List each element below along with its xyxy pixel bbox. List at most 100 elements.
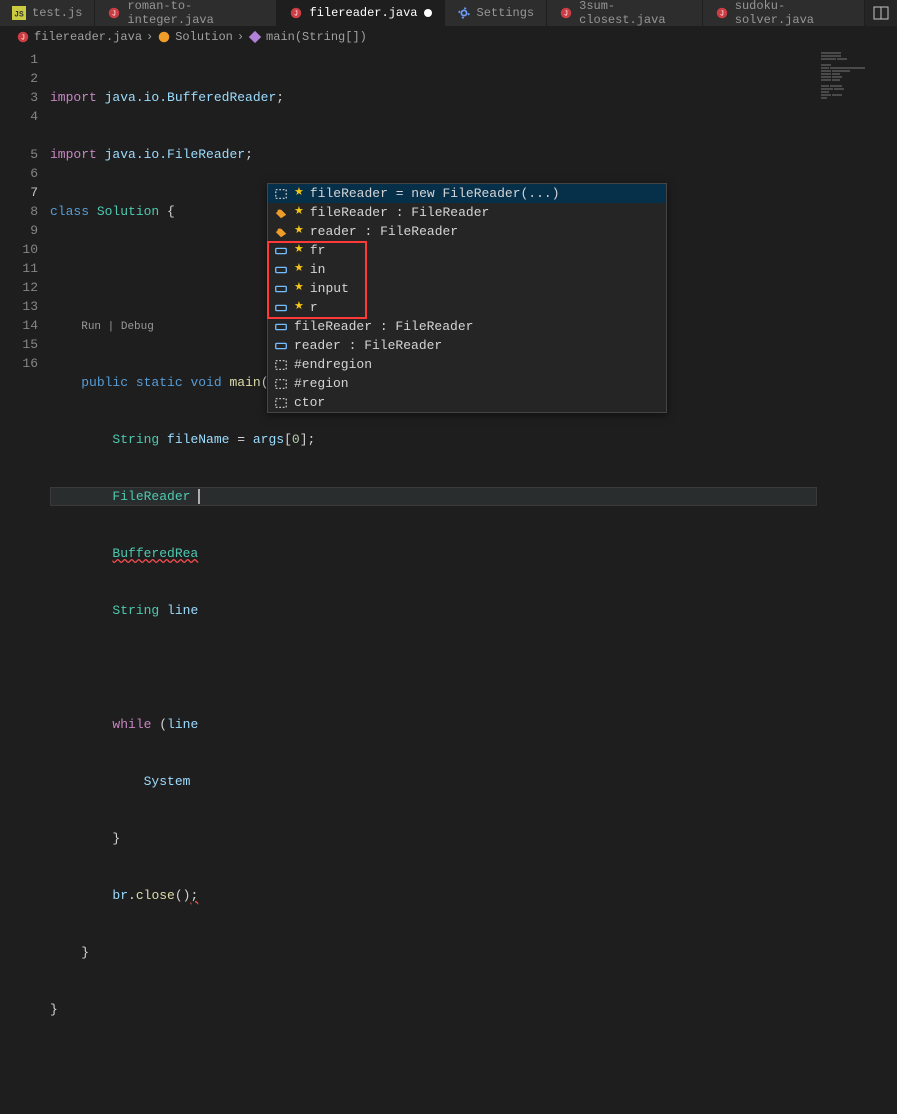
autocomplete-label: r — [310, 298, 318, 317]
svg-text:J: J — [21, 35, 25, 43]
autocomplete-label: fileReader = new FileReader(...) — [310, 184, 560, 203]
var-icon — [274, 263, 288, 277]
line-number[interactable]: 3 — [0, 88, 38, 107]
autocomplete-label: reader : FileReader — [310, 222, 458, 241]
line-number[interactable]: 15 — [0, 335, 38, 354]
line-number[interactable]: 12 — [0, 278, 38, 297]
codelens-debug[interactable]: Debug — [121, 321, 154, 333]
line-number[interactable]: 5 — [0, 145, 38, 164]
line-number[interactable]: 11 — [0, 259, 38, 278]
svg-text:J: J — [564, 11, 568, 19]
method-icon — [248, 30, 262, 44]
autocomplete-label: input — [310, 279, 349, 298]
star-icon: ★ — [294, 279, 304, 298]
snippet-icon — [274, 187, 288, 201]
line-number[interactable]: 14 — [0, 316, 38, 335]
java-icon: J — [16, 30, 30, 44]
java-icon: J — [107, 6, 121, 20]
autocomplete-item[interactable]: ★r — [268, 298, 666, 317]
member-icon — [274, 225, 288, 239]
dirty-indicator-icon — [424, 9, 432, 17]
tab-bar: JStest.jsJroman-to-integer.javaJfileread… — [0, 0, 897, 26]
tab-test-js[interactable]: JS test.js — [0, 0, 95, 26]
star-icon: ★ — [294, 184, 304, 203]
autocomplete-item[interactable]: ★ fileReader : FileReader — [268, 203, 666, 222]
java-icon: J — [289, 6, 303, 20]
line-gutter[interactable]: 12345678910111213141516 — [0, 48, 50, 573]
line-number[interactable]: 10 — [0, 240, 38, 259]
svg-text:J: J — [720, 11, 724, 19]
autocomplete-label: fr — [310, 241, 326, 260]
star-icon: ★ — [294, 222, 304, 241]
autocomplete-label: fileReader : FileReader — [310, 203, 489, 222]
star-icon: ★ — [294, 298, 304, 317]
js-icon: JS — [12, 6, 26, 20]
line-number[interactable]: 1 — [0, 50, 38, 69]
star-icon: ★ — [294, 260, 304, 279]
active-line[interactable]: FileReader — [50, 487, 817, 506]
tab-sudoku-solver-java[interactable]: Jsudoku-solver.java — [703, 0, 865, 26]
tab-label: test.js — [32, 6, 82, 20]
autocomplete-item[interactable]: ★ fr — [268, 241, 666, 260]
autocomplete-item[interactable]: ★ input — [268, 279, 666, 298]
line-number[interactable]: 9 — [0, 221, 38, 240]
line-number[interactable]: 4 — [0, 107, 38, 126]
svg-text:J: J — [294, 11, 298, 19]
autocomplete-item[interactable]: #endregion — [268, 355, 666, 374]
tab-label: Settings — [477, 6, 535, 20]
svg-text:JS: JS — [14, 11, 24, 20]
chevron-right-icon: › — [146, 30, 153, 44]
var-icon — [274, 339, 288, 353]
line-number[interactable]: 2 — [0, 69, 38, 88]
autocomplete-label: reader : FileReader — [294, 336, 442, 355]
autocomplete-popup[interactable]: ★fileReader = new FileReader(...)★fileRe… — [267, 183, 667, 413]
split-editor-icon[interactable] — [873, 5, 889, 21]
line-number[interactable]: 16 — [0, 354, 38, 373]
autocomplete-item[interactable]: ctor — [268, 393, 666, 412]
autocomplete-item[interactable]: reader : FileReader — [268, 336, 666, 355]
tab-settings[interactable]: Settings — [445, 0, 548, 26]
tab-label: roman-to-integer.java — [127, 0, 264, 27]
snippet-icon — [274, 396, 288, 410]
minimap[interactable] — [817, 48, 897, 573]
breadcrumb-class[interactable]: Solution — [175, 30, 233, 44]
codelens-run[interactable]: Run — [81, 321, 101, 333]
tab-3sum-closest-java[interactable]: J 3sum-closest.java — [547, 0, 703, 26]
autocomplete-label: in — [310, 260, 326, 279]
java-icon: J — [715, 6, 729, 20]
breadcrumb[interactable]: J filereader.java › Solution › main(Stri… — [0, 26, 897, 48]
cursor — [198, 489, 200, 504]
snippet-icon — [274, 377, 288, 391]
tab-label: sudoku-solver.java — [735, 0, 852, 27]
editor-area: 12345678910111213141516 import java.io.B… — [0, 48, 897, 573]
var-icon — [274, 244, 288, 258]
star-icon: ★ — [294, 241, 304, 260]
breadcrumb-file[interactable]: filereader.java — [34, 30, 142, 44]
java-icon: J — [559, 6, 573, 20]
tab-label: filereader.java — [309, 6, 417, 20]
autocomplete-item[interactable]: ★ fileReader = new FileReader(...) — [268, 184, 666, 203]
breadcrumb-method[interactable]: main(String[]) — [266, 30, 367, 44]
line-number[interactable]: 6 — [0, 164, 38, 183]
line-number[interactable]: 13 — [0, 297, 38, 316]
tab-roman-to-integer-java[interactable]: Jroman-to-integer.java — [95, 0, 277, 26]
code-area[interactable]: import java.io.BufferedReader; import ja… — [50, 48, 817, 573]
snippet-icon — [274, 358, 288, 372]
tab-label: 3sum-closest.java — [579, 0, 690, 27]
autocomplete-item[interactable]: ★ reader : FileReader — [268, 222, 666, 241]
var-icon — [274, 282, 288, 296]
autocomplete-item[interactable]: #region — [268, 374, 666, 393]
autocomplete-label: #region — [294, 374, 349, 393]
line-number[interactable]: 8 — [0, 202, 38, 221]
autocomplete-item[interactable]: fileReader : FileReader — [268, 317, 666, 336]
tab-filereader-java[interactable]: Jfilereader.java — [277, 0, 444, 26]
star-icon: ★ — [294, 203, 304, 222]
class-icon — [157, 30, 171, 44]
settings-icon — [457, 6, 471, 20]
var-icon — [274, 320, 288, 334]
autocomplete-label: fileReader : FileReader — [294, 317, 473, 336]
line-number[interactable]: 7 — [0, 183, 38, 202]
autocomplete-label: ctor — [294, 393, 325, 412]
autocomplete-item[interactable]: ★ in — [268, 260, 666, 279]
member-icon — [274, 206, 288, 220]
